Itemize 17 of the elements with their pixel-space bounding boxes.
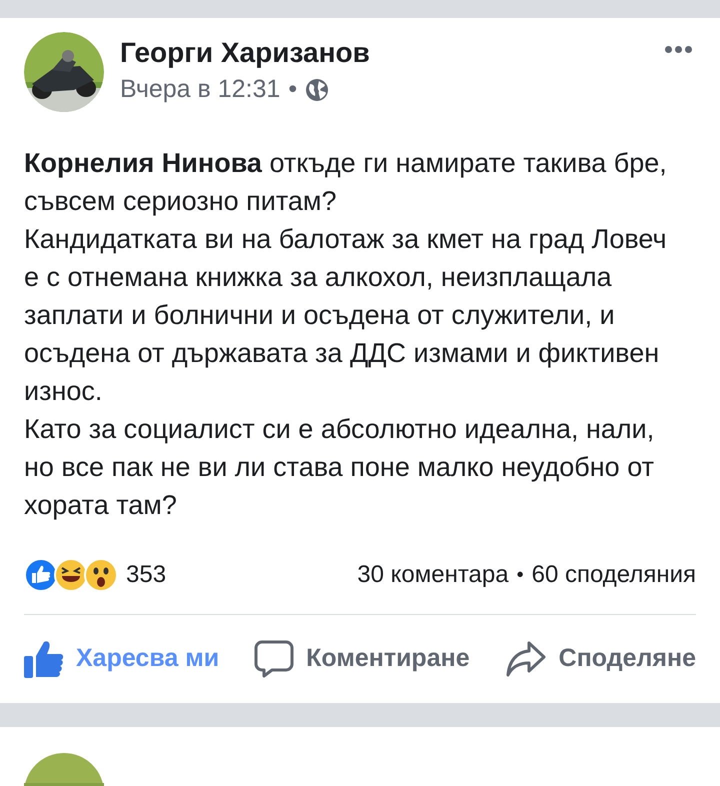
separator-dot: •: [516, 563, 524, 588]
post-text: Като за социалист си е абсолютно идеална, нали, но все пак не ви ли става поне малко неудобно от хората там?: [24, 413, 656, 522]
reaction-icons[interactable]: [24, 558, 118, 592]
comment-count[interactable]: 30 коментара: [357, 557, 509, 593]
speech-bubble-icon: [254, 640, 294, 678]
share-arrow-icon: [504, 640, 547, 678]
share-count[interactable]: 60 споделяния: [532, 557, 696, 593]
separator-dot: •: [288, 74, 298, 106]
author-name[interactable]: Георги Харизанов: [120, 35, 645, 72]
post-text: Корнелия Нинова откъде ги намирате такива бре, съвсем сериозно питам?: [24, 147, 668, 218]
thumbs-up-icon: [24, 640, 64, 678]
post-text: Кандидатката ви на балотаж за кмет на град Ловеч е с отнемана книжка за алкохол, неизплащала заплати и болнични и осъдена от служители, и осъдена от държавата за ДДС измами и фиктивен износ.: [24, 223, 668, 408]
globe-icon: [305, 78, 330, 102]
comment-action-button[interactable]: Коментиране: [254, 640, 470, 678]
post-time[interactable]: Вчера в 12:31: [120, 71, 280, 109]
share-action-button[interactable]: Споделяне: [504, 640, 696, 678]
reaction-count[interactable]: 353: [126, 557, 166, 593]
